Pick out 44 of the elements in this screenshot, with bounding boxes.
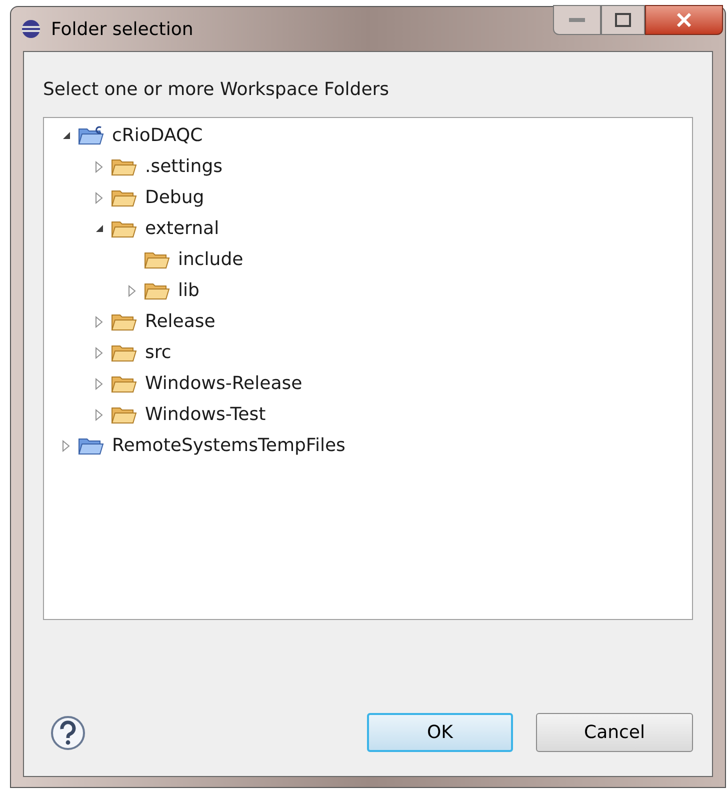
folder-icon (144, 280, 170, 300)
tree-item-label[interactable]: include (178, 246, 244, 273)
tree-item-label[interactable]: .settings (145, 153, 223, 180)
collapsed-triangle-icon[interactable] (95, 316, 103, 328)
folder-icon (111, 342, 137, 362)
folder-icon (111, 374, 137, 394)
ok-button[interactable]: OK (367, 713, 513, 752)
window-title: Folder selection (51, 18, 194, 42)
collapsed-triangle-icon[interactable] (128, 284, 136, 296)
app-globe-icon (21, 19, 41, 39)
expanded-triangle-icon[interactable] (94, 224, 104, 233)
folder-icon (111, 312, 137, 332)
collapsed-triangle-icon[interactable] (62, 440, 70, 452)
collapsed-triangle-icon[interactable] (95, 160, 103, 172)
minimize-button[interactable] (553, 5, 601, 35)
close-button[interactable] (645, 5, 723, 35)
tree-item-label[interactable]: Windows-Release (145, 370, 302, 397)
close-icon (676, 13, 692, 27)
tree-item-label[interactable]: Release (145, 308, 216, 335)
collapsed-triangle-icon[interactable] (95, 346, 103, 358)
tree-item-label[interactable]: Windows-Test (145, 401, 266, 428)
collapsed-triangle-icon[interactable] (95, 378, 103, 390)
tree-item-label[interactable]: src (145, 339, 172, 366)
maximize-button[interactable] (601, 5, 645, 35)
tree-item-label[interactable]: lib (178, 277, 200, 304)
tree-item-label[interactable]: RemoteSystemsTempFiles (112, 432, 346, 459)
help-icon[interactable] (50, 714, 86, 750)
collapsed-triangle-icon[interactable] (95, 408, 103, 420)
tree-item-label[interactable]: Debug (145, 184, 204, 211)
prompt-label: Select one or more Workspace Folders (43, 78, 390, 102)
project-folder-icon (78, 126, 104, 146)
folder-icon (111, 188, 137, 208)
folder-icon (111, 404, 137, 424)
tree-item-label[interactable]: cRioDAQC (112, 122, 203, 149)
cancel-button[interactable]: Cancel (536, 713, 693, 752)
project-folder-icon (78, 436, 104, 456)
folder-icon (144, 250, 170, 270)
minimize-icon (569, 18, 585, 22)
maximize-icon (615, 13, 631, 27)
folder-icon (111, 218, 137, 238)
collapsed-triangle-icon[interactable] (95, 192, 103, 204)
tree-item-label[interactable]: external (145, 215, 220, 242)
expanded-triangle-icon[interactable] (62, 131, 70, 140)
folder-icon (111, 156, 137, 176)
